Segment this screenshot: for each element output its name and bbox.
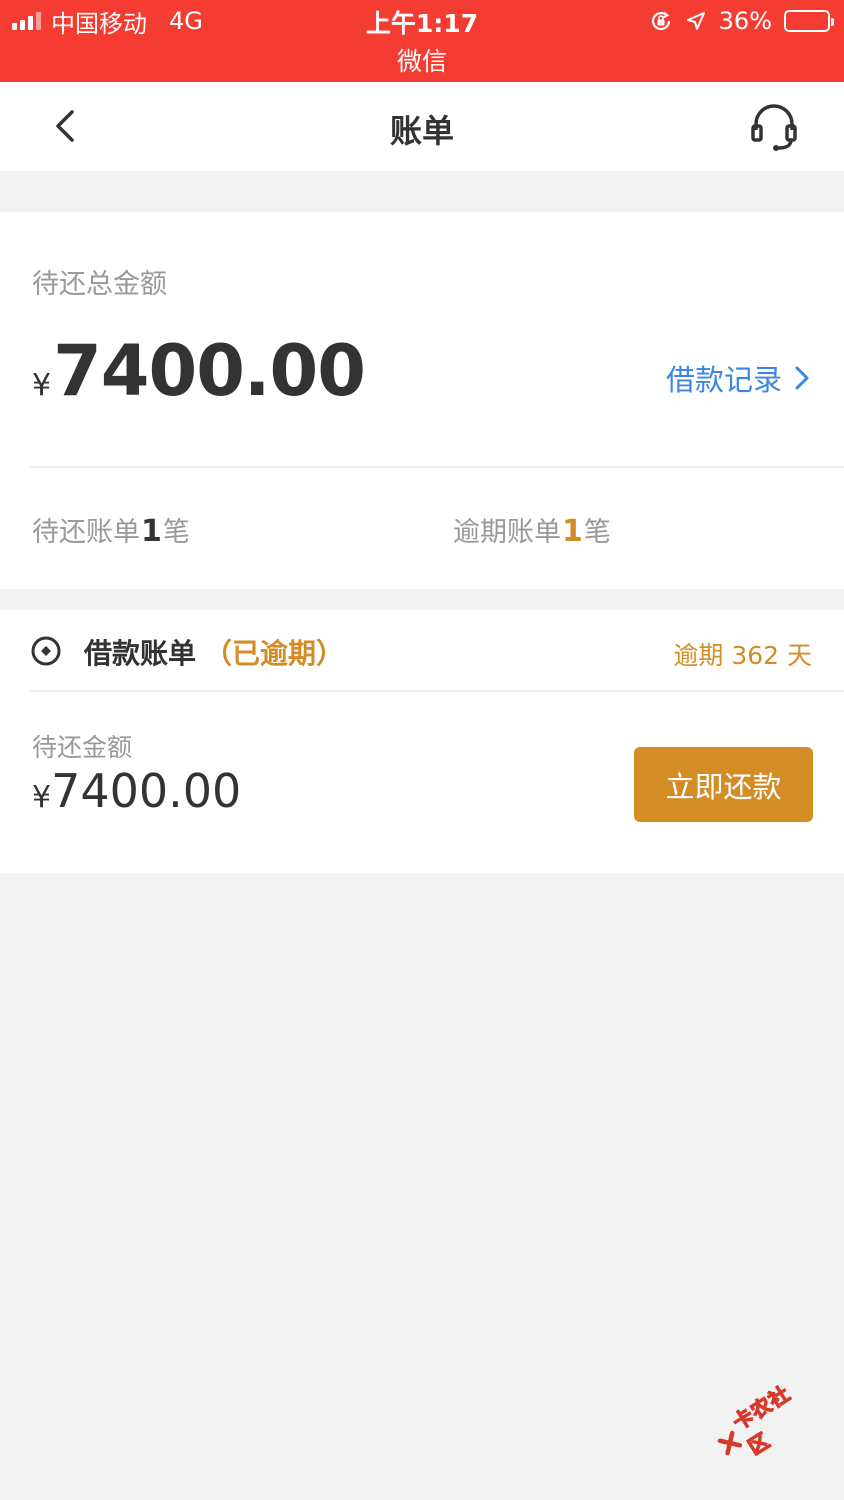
battery-percent: 36% [718, 7, 772, 35]
loan-bill-header: 借款账单 （已逾期） 逾期 362 天 [0, 610, 844, 690]
watermark: 卡农社区 [703, 1366, 825, 1478]
currency-symbol: ¥ [32, 780, 52, 815]
pending-suffix: 笔 [162, 517, 190, 548]
pending-prefix: 待还账单 [32, 517, 140, 548]
nav-bar: 账单 [0, 82, 844, 171]
location-icon [686, 12, 705, 30]
overdue-prefix: 逾期账单 [453, 517, 561, 548]
page-title: 账单 [389, 112, 454, 150]
amount-due: ¥ 7400.00 [32, 764, 241, 818]
overdue-days: 逾期 362 天 [673, 641, 812, 670]
summary-card: 待还总金额 ¥ 7400.00 借款记录 待还账单 1 笔 逾期账单 1 笔 [0, 212, 844, 589]
loan-records-link[interactable]: 借款记录 [666, 357, 810, 399]
coin-icon [31, 636, 61, 666]
overdue-bills-count: 逾期账单 1 笔 [453, 510, 611, 549]
battery-icon [784, 10, 834, 32]
loan-status-badge: （已逾期） [204, 637, 345, 670]
repay-now-button[interactable]: 立即还款 [634, 747, 813, 822]
chevron-right-icon [795, 366, 809, 390]
total-amount-value: 7400.00 [53, 330, 366, 412]
loan-bill-title: 借款账单 [84, 637, 197, 670]
total-amount: ¥ 7400.00 [32, 330, 366, 412]
pending-bills-count: 待还账单 1 笔 [32, 510, 190, 549]
overdue-count: 1 [562, 514, 583, 549]
status-bar-right: 36% [649, 6, 834, 36]
currency-symbol: ¥ [32, 368, 52, 403]
pending-count: 1 [141, 514, 162, 549]
orientation-lock-icon [651, 11, 670, 31]
divider [30, 466, 844, 468]
amount-due-label: 待还金额 [32, 733, 133, 762]
headset-icon[interactable] [748, 102, 800, 154]
loan-records-label: 借款记录 [665, 363, 782, 397]
divider [30, 690, 844, 692]
amount-due-value: 7400.00 [51, 764, 242, 818]
loan-bill-card: 借款账单 （已逾期） 逾期 362 天 待还金额 ¥ 7400.00 立即还款 [0, 610, 844, 873]
status-app-name: 微信 [396, 47, 447, 76]
total-label: 待还总金额 [32, 269, 167, 300]
overdue-suffix: 笔 [583, 517, 611, 548]
status-bar: 中国移动 4G 上午1:17 微信 36% [0, 0, 844, 82]
